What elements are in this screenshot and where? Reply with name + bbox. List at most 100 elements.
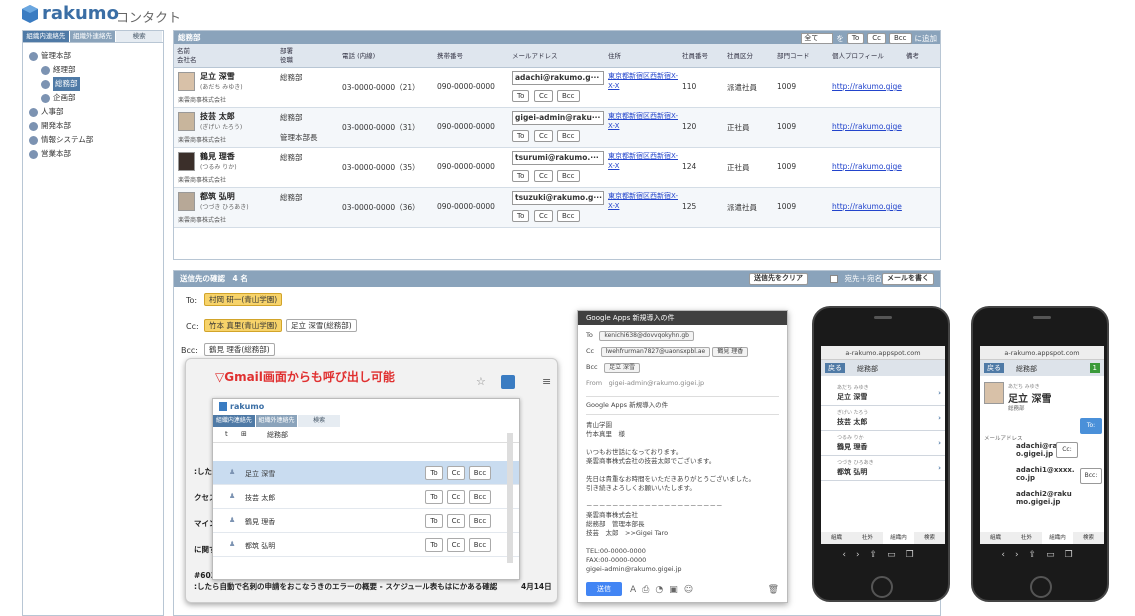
cc-button[interactable]: Cc — [534, 90, 553, 102]
popup-tab-external[interactable]: 組織外連絡先 — [255, 415, 299, 427]
cc-button[interactable]: Cc — [534, 210, 553, 222]
phone-url-bar[interactable]: a-rakumo.appspot.com — [980, 346, 1104, 360]
mail-select[interactable]: tsurumi@rakumo.··· — [512, 151, 604, 165]
tree-item[interactable]: 管理本部 — [29, 49, 163, 63]
detail-mail[interactable]: adachi1@xxxx.co.jp — [1016, 466, 1078, 482]
profile-link[interactable]: http://rakumo.gige — [832, 162, 902, 171]
to-button[interactable]: To — [425, 490, 443, 504]
tab-search[interactable]: 検索 — [116, 31, 164, 42]
bcc-button[interactable]: Bcc — [557, 170, 580, 182]
to-button[interactable]: To — [512, 130, 530, 142]
contact-name[interactable]: 鶴見 理香 — [200, 151, 235, 162]
phone-contact-row[interactable]: つるみ りか 鶴見 理香 › — [821, 432, 945, 456]
col-mobile[interactable]: 携帯番号 — [437, 52, 463, 61]
mail-badge[interactable]: 1 — [1089, 363, 1100, 373]
mail-select[interactable]: gigei-admin@raku··· — [512, 111, 604, 125]
cc-button[interactable]: Cc — [447, 466, 465, 480]
home-button[interactable] — [871, 576, 893, 598]
phone-tab[interactable]: 検索 — [1073, 532, 1104, 544]
address-link[interactable]: 東京都新宿区西新宿X-X-X — [608, 151, 678, 171]
tree-item-selected[interactable]: 総務部 — [29, 77, 163, 91]
add-cc-button[interactable]: Cc — [867, 33, 886, 44]
phone-contact-row[interactable]: ぎげい たろう 技芸 太郎 › — [821, 407, 945, 431]
clear-recipients-button[interactable]: 送信先をクリア — [749, 273, 808, 285]
back-button[interactable]: 戻る — [825, 363, 845, 373]
bcc-chip[interactable]: 鶴見 理香(総務部) — [204, 343, 275, 356]
phone-tab[interactable]: 組織内 — [1042, 532, 1073, 544]
compose-from[interactable]: gigei-admin@rakumo.gigei.jp — [609, 379, 705, 387]
address-link[interactable]: 東京都新宿区西新宿X-X-X — [608, 111, 678, 131]
tree-item[interactable]: 経理部 — [29, 63, 163, 77]
col-profile[interactable]: 個人プロフィール — [832, 52, 884, 61]
profile-link[interactable]: http://rakumo.gige — [832, 122, 902, 131]
bcc-button[interactable]: Bcc — [469, 538, 491, 552]
col-code[interactable]: 部門コード — [777, 52, 810, 61]
phone-to-button[interactable]: To: — [1080, 418, 1102, 434]
detail-mail[interactable]: adachi2@rakumo.gigei.jp — [1016, 490, 1078, 506]
col-address[interactable]: 住所 — [608, 52, 621, 61]
phone-contact-row[interactable]: つづき ひろあき 都筑 弘明 › — [821, 457, 945, 481]
tab-internal[interactable]: 組織内連絡先 — [23, 31, 70, 42]
add-to-button[interactable]: To — [846, 33, 865, 44]
tree-item[interactable]: 営業本部 — [29, 147, 163, 161]
browser-toolbar[interactable]: ‹›⇪▭❐ — [980, 544, 1104, 566]
bcc-button[interactable]: Bcc — [557, 210, 580, 222]
popup-contact-row[interactable]: ♟ 技芸 太郎 To Cc Bcc — [213, 485, 519, 509]
phone-bcc-button[interactable]: Bcc: — [1080, 468, 1102, 484]
phone-cc-button[interactable]: Cc: — [1056, 442, 1078, 458]
home-button[interactable] — [1030, 576, 1052, 598]
back-button[interactable]: 戻る — [984, 363, 1004, 373]
contact-name[interactable]: 足立 深雪 — [200, 71, 235, 82]
compose-to-chip[interactable]: kenichi638@dovvqokyhn.gb — [599, 331, 694, 341]
tree-item[interactable]: 開発本部 — [29, 119, 163, 133]
send-button[interactable]: 送信 — [586, 582, 622, 596]
menu-icon[interactable]: ≡ — [542, 375, 551, 388]
to-button[interactable]: To — [512, 210, 530, 222]
rakumo-extension-icon[interactable] — [501, 375, 515, 389]
col-tel[interactable]: 電話 (内線) — [342, 52, 375, 61]
phone-tab[interactable]: 組織 — [980, 532, 1011, 544]
phone-tab[interactable]: 社外 — [1011, 532, 1042, 544]
trash-icon[interactable]: 🗑 — [768, 585, 779, 595]
to-button[interactable]: To — [425, 514, 443, 528]
compose-body[interactable]: 青山学園 竹本真里 様 いつもお世話になっております。 楽雲商事株式会社の技芸太… — [586, 421, 779, 574]
address-link[interactable]: 東京都新宿区西新宿X-X-X — [608, 71, 678, 91]
browser-toolbar[interactable]: ‹›⇪▭❐ — [821, 544, 945, 566]
popup-tab-search[interactable]: 検索 — [298, 415, 342, 427]
to-chip[interactable]: 村岡 研一(青山学園) — [204, 293, 283, 306]
bcc-button[interactable]: Bcc — [469, 466, 491, 480]
to-button[interactable]: To — [425, 466, 443, 480]
compose-cc-chip[interactable]: 鶴見 理香 — [712, 347, 749, 357]
bcc-button[interactable]: Bcc — [557, 130, 580, 142]
popup-tab-internal[interactable]: 組織内連絡先 — [213, 415, 256, 427]
phone-tab[interactable]: 社外 — [852, 532, 883, 544]
contact-name[interactable]: 技芸 太郎 — [200, 111, 235, 122]
phone-contact-row[interactable]: あだち みゆき 足立 深雪 › — [821, 382, 945, 406]
to-button[interactable]: To — [512, 170, 530, 182]
phone-tab[interactable]: 検索 — [914, 532, 945, 544]
popup-contact-row[interactable]: ♟ 足立 深雪 To Cc Bcc — [213, 461, 519, 485]
add-bcc-button[interactable]: Bcc — [889, 33, 912, 44]
mail-select[interactable]: tsuzuki@rakumo.g··· — [512, 191, 604, 205]
cc-button[interactable]: Cc — [534, 170, 553, 182]
compose-toolbar-icons[interactable]: A⎙◔▣☺ — [630, 585, 699, 595]
star-icon[interactable]: ☆ — [476, 375, 486, 388]
bcc-button[interactable]: Bcc — [469, 490, 491, 504]
popup-scrollbar[interactable] — [507, 433, 513, 563]
bcc-button[interactable]: Bcc — [469, 514, 491, 528]
bcc-button[interactable]: Bcc — [557, 90, 580, 102]
tree-item[interactable]: 企画部 — [29, 91, 163, 105]
col-name[interactable]: 名前 会社名 — [177, 47, 197, 65]
profile-link[interactable]: http://rakumo.gige — [832, 82, 902, 91]
profile-link[interactable]: http://rakumo.gige — [832, 202, 902, 211]
tree-item[interactable]: 人事部 — [29, 105, 163, 119]
cc-chip[interactable]: 足立 深雪(総務部) — [286, 319, 357, 332]
address-link[interactable]: 東京都新宿区西新宿X-X-X — [608, 191, 678, 211]
tree-icon[interactable]: ⊞ — [241, 430, 247, 438]
col-kind[interactable]: 社員区分 — [727, 52, 753, 61]
phone-tab[interactable]: 組織 — [821, 532, 852, 544]
col-empno[interactable]: 社員番号 — [682, 52, 708, 61]
to-button[interactable]: To — [425, 538, 443, 552]
up-icon[interactable]: t — [225, 430, 228, 438]
col-dept[interactable]: 部署 役職 — [280, 47, 293, 65]
